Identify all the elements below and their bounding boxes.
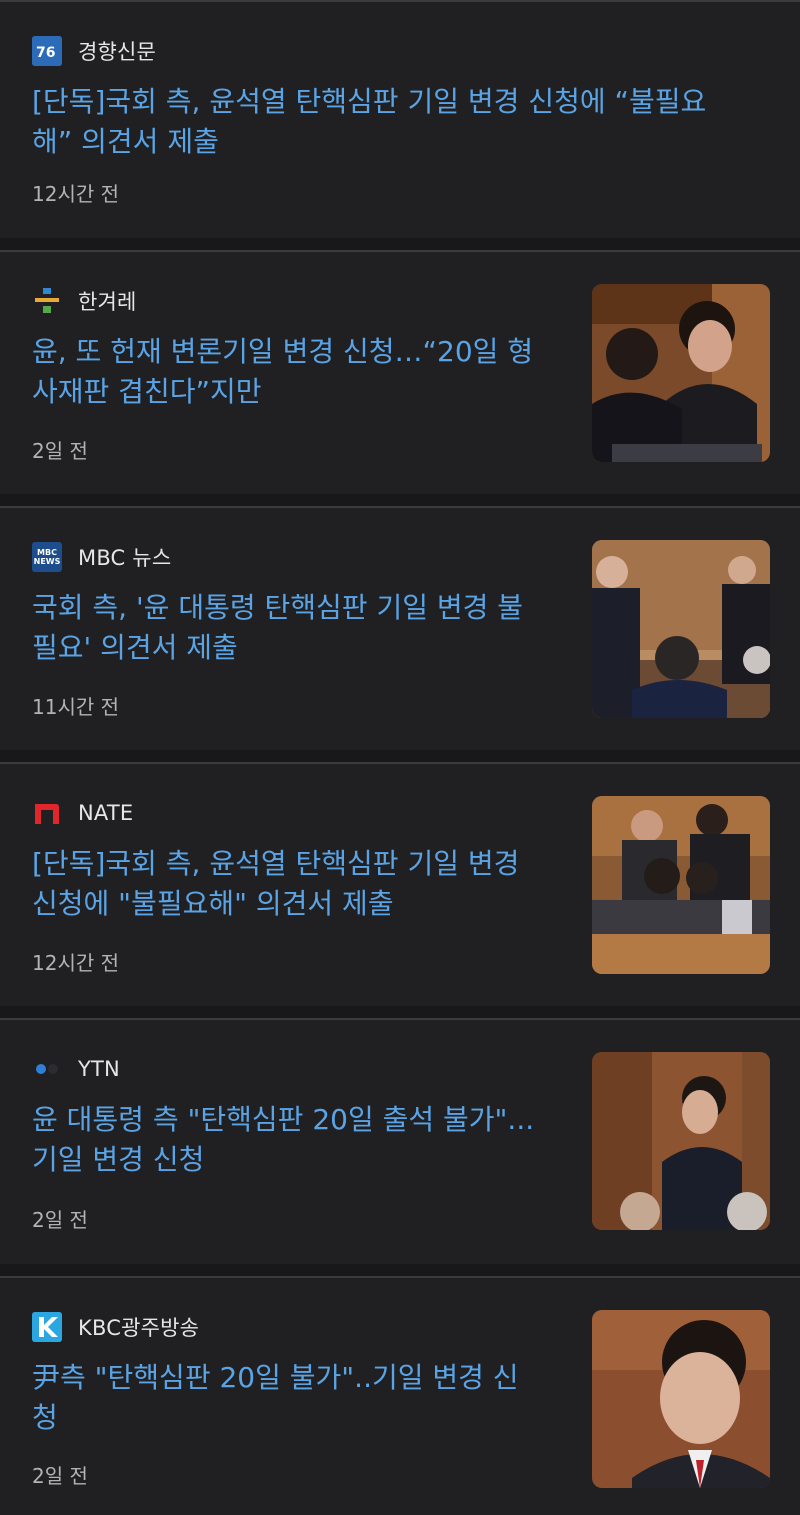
article-time: 2일 전 — [32, 439, 88, 463]
news-card-6[interactable]: KBC광주방송 尹측 "탄핵심판 20일 불가"..기일 변경 신 청 2일 전 — [0, 1264, 800, 1515]
source-name: 한겨레 — [78, 290, 137, 314]
article-time: 2일 전 — [32, 1464, 88, 1488]
nate-logo-icon — [32, 798, 62, 828]
news-card-4[interactable]: NATE [단독]국회 측, 윤석열 탄핵심판 기일 변경 신청에 "불필요해"… — [0, 750, 800, 1005]
article-title[interactable]: 국회 측, '윤 대통령 탄핵심판 기일 변경 불 필요' 의견서 제출 — [32, 588, 562, 668]
source-row: KBC광주방송 — [32, 1312, 199, 1342]
source-row: MBC NEWS MBC 뉴스 — [32, 542, 171, 572]
news-card-3[interactable]: MBC NEWS MBC 뉴스 국회 측, '윤 대통령 탄핵심판 기일 변경 … — [0, 494, 800, 749]
article-thumbnail[interactable] — [592, 284, 770, 462]
article-title[interactable]: [단독]국회 측, 윤석열 탄핵심판 기일 변경 신청에 "불필요해" 의견서 … — [32, 844, 562, 924]
source-name: YTN — [78, 1057, 120, 1081]
source-name: KBC광주방송 — [78, 1316, 200, 1340]
news-card-1[interactable]: 76 경향신문 [단독]국회 측, 윤석열 탄핵심판 기일 변경 신청에 “불필… — [0, 0, 800, 237]
article-time: 12시간 전 — [32, 182, 120, 206]
ytn-logo-icon — [32, 1054, 62, 1084]
article-time: 11시간 전 — [32, 695, 120, 719]
article-thumbnail[interactable] — [592, 796, 770, 974]
article-title[interactable]: 윤, 또 헌재 변론기일 변경 신청…“20일 형 사재판 겹친다”지만 — [32, 332, 562, 412]
kbc-logo-icon — [32, 1312, 62, 1342]
news-card-5[interactable]: YTN 윤 대통령 측 "탄핵심판 20일 출석 불가"... 기일 변경 신청… — [0, 1006, 800, 1263]
news-card-2[interactable]: 한겨레 윤, 또 헌재 변론기일 변경 신청…“20일 형 사재판 겹친다”지만… — [0, 238, 800, 493]
article-thumbnail[interactable] — [592, 540, 770, 718]
svg-text:76: 76 — [36, 45, 55, 61]
kh-logo-icon: 76 — [32, 36, 62, 66]
article-title[interactable]: [단독]국회 측, 윤석열 탄핵심판 기일 변경 신청에 “불필요 해” 의견서… — [32, 82, 772, 162]
source-row: 76 경향신문 — [32, 36, 156, 66]
article-title[interactable]: 윤 대통령 측 "탄핵심판 20일 출석 불가"... 기일 변경 신청 — [32, 1100, 572, 1180]
article-thumbnail[interactable] — [592, 1052, 770, 1230]
article-thumbnail[interactable] — [592, 1310, 770, 1488]
hani-logo-icon — [32, 286, 62, 316]
news-feed: 76 경향신문 [단독]국회 측, 윤석열 탄핵심판 기일 변경 신청에 “불필… — [0, 0, 800, 1515]
article-time: 2일 전 — [32, 1208, 88, 1232]
source-row: NATE — [32, 798, 133, 828]
article-title[interactable]: 尹측 "탄핵심판 20일 불가"..기일 변경 신 청 — [32, 1358, 562, 1438]
source-name: 경향신문 — [78, 40, 157, 64]
source-name: NATE — [78, 801, 134, 825]
mbc-news-logo-icon: MBC NEWS — [32, 542, 62, 572]
article-time: 12시간 전 — [32, 951, 120, 975]
source-row: 한겨레 — [32, 286, 137, 316]
source-row: YTN — [32, 1054, 120, 1084]
source-name: MBC 뉴스 — [78, 546, 172, 570]
